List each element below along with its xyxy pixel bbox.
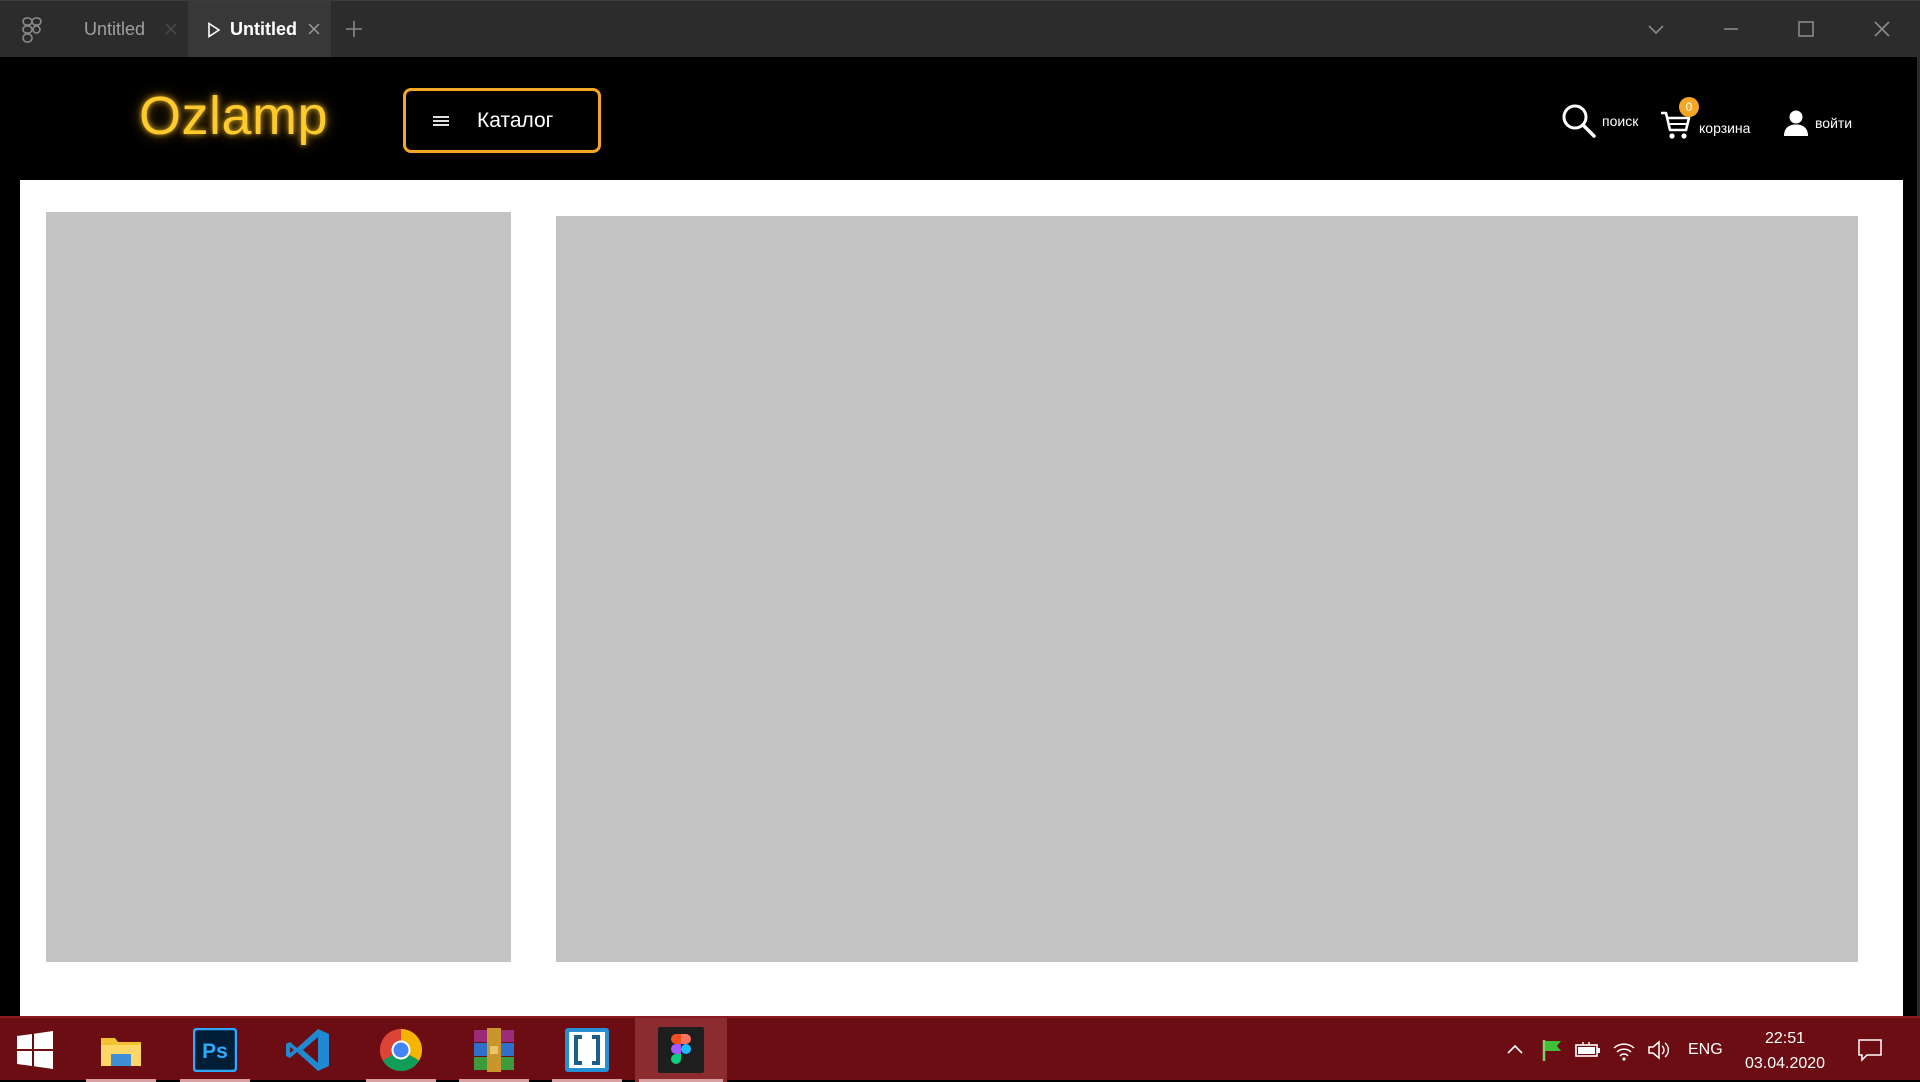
prototype-canvas: Ozlamp Каталог поиск 0 корзина войти <box>3 57 1917 1016</box>
tray-flag[interactable] <box>1540 1018 1564 1082</box>
minimize-icon[interactable] <box>1721 19 1741 39</box>
search-icon <box>1562 104 1596 138</box>
tray-language[interactable]: ENG <box>1688 1018 1723 1082</box>
chevron-down-icon[interactable] <box>1646 19 1666 39</box>
prototype-play-icon <box>208 21 221 38</box>
windows-logo-icon <box>17 1031 53 1069</box>
figma-menu-icon[interactable] <box>20 17 44 43</box>
taskbar-file-explorer[interactable] <box>82 1018 160 1082</box>
login-label: войти <box>1815 115 1853 131</box>
catalog-button[interactable]: Каталог <box>403 88 601 153</box>
winrar-icon <box>474 1028 514 1072</box>
tray-network[interactable] <box>1612 1018 1636 1082</box>
tray-battery[interactable] <box>1575 1018 1601 1082</box>
action-center-button[interactable] <box>1857 1018 1883 1082</box>
cart-button[interactable]: 0 корзина <box>1659 97 1751 141</box>
taskbar-photoshop[interactable]: Ps <box>176 1018 254 1082</box>
taskbar-vscode[interactable] <box>269 1018 347 1082</box>
figma-icon <box>658 1027 704 1073</box>
tab-label: Untitled <box>84 19 146 39</box>
login-button[interactable]: войти <box>1782 109 1852 137</box>
windows-taskbar: Ps ENG 22:51 03.04.2020 <box>0 1016 1920 1082</box>
wifi-icon <box>1613 1043 1635 1061</box>
close-window-icon[interactable] <box>1872 19 1892 39</box>
battery-icon <box>1575 1042 1600 1057</box>
tab-untitled-2[interactable]: Untitled <box>188 1 331 58</box>
svg-text:Ps: Ps <box>202 1040 228 1063</box>
taskbar-chrome[interactable] <box>362 1018 440 1082</box>
system-clock[interactable]: 22:51 03.04.2020 <box>1733 1026 1837 1076</box>
close-tab-icon[interactable] <box>307 22 321 36</box>
cart-icon-wrap: 0 <box>1659 97 1699 141</box>
chrome-icon <box>379 1029 423 1072</box>
taskbar-brackets[interactable] <box>548 1018 626 1082</box>
notification-icon <box>1858 1039 1882 1062</box>
show-hidden-icons[interactable] <box>1505 1018 1525 1082</box>
vscode-icon <box>286 1029 329 1071</box>
close-tab-icon[interactable] <box>164 22 178 36</box>
cart-count-badge: 0 <box>1679 97 1699 117</box>
cart-label: корзина <box>1699 120 1751 136</box>
search-button[interactable]: поиск <box>1560 102 1638 140</box>
flag-icon <box>1542 1040 1561 1061</box>
user-icon <box>1784 110 1808 136</box>
language-indicator: ENG <box>1688 1041 1723 1058</box>
tab-untitled-1[interactable]: Untitled <box>70 1 188 58</box>
figma-title-bar: Untitled Untitled <box>0 0 1920 58</box>
tray-volume[interactable] <box>1647 1018 1671 1082</box>
maximize-icon[interactable] <box>1796 19 1816 39</box>
site-header: Ozlamp Каталог поиск 0 корзина войти <box>3 57 1917 180</box>
photoshop-icon: Ps <box>193 1028 237 1072</box>
hamburger-menu-icon <box>433 115 449 126</box>
sidebar-placeholder <box>46 212 511 962</box>
catalog-button-label: Каталог <box>477 108 554 132</box>
taskbar-figma[interactable] <box>635 1018 727 1082</box>
page-content <box>20 180 1903 1016</box>
new-tab-plus-icon[interactable] <box>344 19 364 39</box>
search-label: поиск <box>1602 113 1639 129</box>
brackets-icon <box>565 1028 609 1072</box>
file-explorer-icon <box>101 1038 141 1066</box>
start-button[interactable] <box>0 1018 70 1082</box>
site-logo[interactable]: Ozlamp <box>139 85 328 147</box>
tab-label: Untitled <box>230 19 297 39</box>
taskbar-winrar[interactable] <box>455 1018 533 1082</box>
clock-time: 22:51 <box>1764 1030 1806 1047</box>
speaker-icon <box>1648 1040 1669 1060</box>
clock-date: 03.04.2020 <box>1744 1055 1826 1072</box>
chevron-up-icon <box>1507 1044 1523 1054</box>
banner-placeholder <box>556 216 1858 962</box>
